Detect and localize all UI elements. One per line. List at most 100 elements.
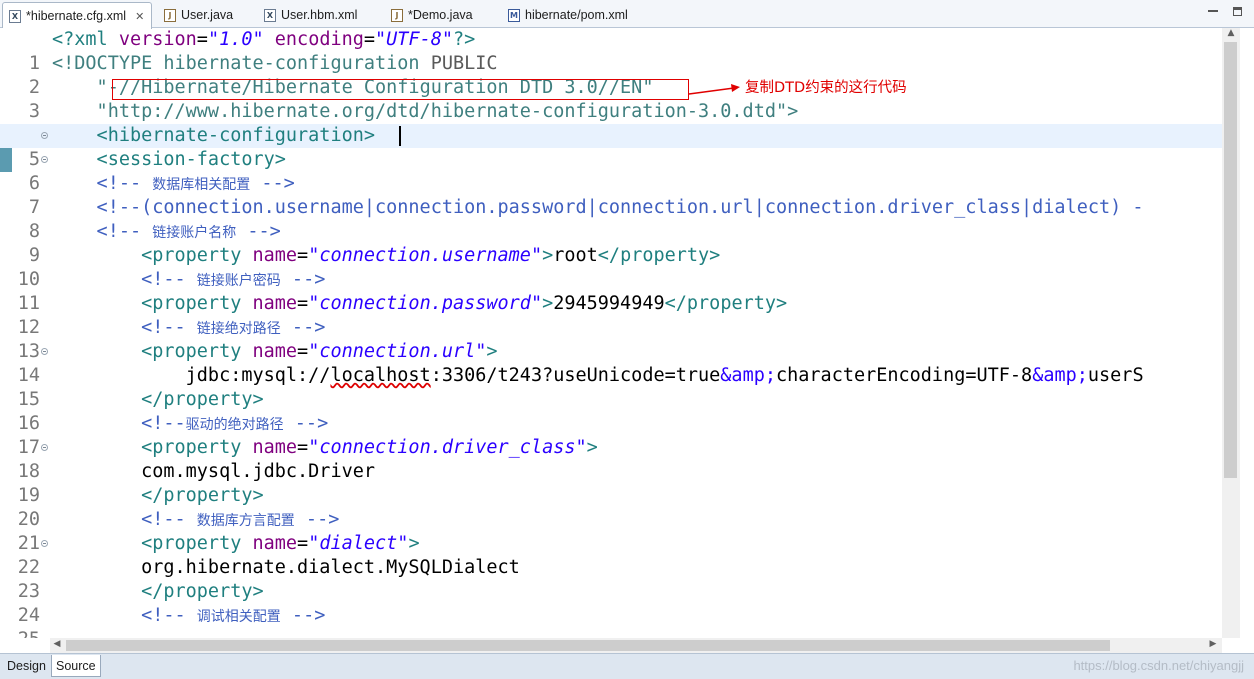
xml-source-editor[interactable]: 1 <?xml version="1.0" encoding="UTF-8"?>…: [0, 28, 1222, 638]
scroll-left-icon[interactable]: ◀: [50, 639, 64, 649]
xml-tag: <property: [52, 341, 253, 362]
fold-toggle-icon[interactable]: [41, 348, 48, 355]
code-line: 9 <!-- 链接账户名称 -->: [0, 220, 1222, 266]
xml-tag: </property>: [52, 581, 264, 602]
xml-tag: </property>: [664, 293, 788, 314]
comment-close: -->: [283, 413, 329, 434]
pi-close: ?>: [453, 29, 476, 50]
code-line: 11 <!-- 链接账户密码 -->: [0, 268, 1222, 314]
fold-toggle-icon[interactable]: [41, 540, 48, 547]
code-line: 12 <property name="connection.password">…: [0, 292, 1222, 338]
element-text: root: [553, 245, 598, 266]
close-icon[interactable]: ✕: [135, 10, 144, 23]
equals: =: [297, 437, 309, 458]
code-line: 19 com.mysql.jdbc.Driver: [0, 460, 1222, 506]
comment-open: <!--: [52, 173, 153, 194]
comment-text: 数据库方言配置: [196, 513, 295, 529]
element-text: characterEncoding=UTF-8: [776, 365, 1033, 386]
code-line: 15 jdbc:mysql://localhost:3306/t243?useU…: [0, 364, 1222, 410]
comment-open: <!--: [52, 605, 197, 626]
tab-design[interactable]: Design: [3, 655, 50, 677]
code-line: 16 </property>: [0, 388, 1222, 434]
code-line: 17 <!--驱动的绝对路径 -->: [0, 412, 1222, 458]
equals: =: [297, 245, 309, 266]
scroll-up-icon[interactable]: ▲: [1222, 28, 1240, 38]
line-number: 25: [14, 628, 40, 638]
code-line: 10 <property name="connection.username">…: [0, 244, 1222, 290]
code-line: 20 </property>: [0, 484, 1222, 530]
equals: =: [297, 533, 309, 554]
equals: =: [196, 29, 208, 50]
xml-tag: >: [486, 341, 498, 362]
tab-user-hbm-xml[interactable]: X User.hbm.xml: [258, 3, 363, 27]
fold-toggle-icon[interactable]: [41, 444, 48, 451]
vertical-scroll-thumb[interactable]: [1224, 42, 1237, 478]
code-line: 7 <!-- 数据库相关配置 -->: [0, 172, 1222, 218]
attr-name: version: [118, 29, 197, 50]
comment-open: <!--: [52, 269, 197, 290]
xml-tag: <property: [52, 437, 253, 458]
comment-open: <!--: [52, 317, 197, 338]
comment-text: 数据库相关配置: [152, 177, 251, 193]
tab-label: User.hbm.xml: [281, 8, 358, 22]
attr-value: "connection.username": [308, 245, 543, 266]
scroll-right-icon[interactable]: ▶: [1206, 639, 1220, 649]
code-line: 21 <!-- 数据库方言配置 -->: [0, 508, 1222, 554]
comment-text: 链接绝对路径: [196, 321, 281, 337]
comment-open: <!--: [52, 413, 186, 434]
xml-file-icon: X: [9, 9, 21, 23]
fold-toggle-icon[interactable]: [41, 156, 48, 163]
maximize-icon: [1232, 6, 1242, 16]
tab-label: User.java: [181, 8, 234, 22]
xml-tag: >: [408, 533, 420, 554]
xml-file-icon: X: [264, 8, 276, 22]
comment-text: 链接账户名称: [152, 225, 237, 241]
code-line: 24 </property>: [0, 580, 1222, 626]
horizontal-scrollbar[interactable]: ◀ ▶: [50, 638, 1222, 653]
element-text: userS: [1087, 365, 1144, 386]
comment-open: <!--: [52, 509, 197, 530]
fold-toggle-icon[interactable]: [41, 132, 48, 139]
annotation-note: 复制DTD约束的这行代码: [745, 80, 907, 96]
element-text: org.hibernate.dialect.MySQLDialect: [52, 557, 520, 578]
horizontal-scroll-thumb[interactable]: [66, 640, 1110, 651]
equals: =: [297, 341, 309, 362]
attr-name: name: [252, 533, 298, 554]
maximize-button[interactable]: [1230, 4, 1244, 18]
maven-file-icon: M: [508, 8, 520, 22]
doctype-decl: <!DOCTYPE hibernate-configuration: [52, 53, 431, 74]
code-line: 8 <!--(connection.username|connection.pa…: [0, 196, 1222, 242]
xml-tag: <property: [52, 245, 253, 266]
code-line: 4 "http://www.hibernate.org/dtd/hibernat…: [0, 100, 1222, 146]
comment-text: <!--(connection.username|connection.pass…: [52, 197, 1144, 218]
code-line: 13 <!-- 链接绝对路径 -->: [0, 316, 1222, 362]
highlight-box: [112, 79, 689, 100]
tab-demo-java[interactable]: J *Demo.java: [385, 3, 479, 27]
xml-tag: <hibernate-configuration>: [52, 125, 376, 146]
code-line: 14 <property name="connection.url">: [0, 340, 1222, 386]
equals: =: [297, 293, 309, 314]
comment-text: 链接账户密码: [196, 273, 281, 289]
vertical-scrollbar[interactable]: ▲: [1222, 28, 1240, 638]
code-line: 18 <property name="connection.driver_cla…: [0, 436, 1222, 482]
attr-name: name: [252, 341, 298, 362]
tab-hibernate-cfg-xml[interactable]: X *hibernate.cfg.xml ✕: [2, 2, 152, 29]
spelling-error-text: localhost: [330, 365, 431, 386]
attr-value: "UTF-8": [375, 29, 453, 50]
tab-user-java[interactable]: J User.java: [158, 3, 239, 27]
tab-pom-xml[interactable]: M hibernate/pom.xml: [502, 3, 634, 27]
attr-value: "1.0": [207, 29, 264, 50]
tab-label: *Demo.java: [408, 8, 473, 22]
xml-tag: >: [542, 245, 554, 266]
element-text: com.mysql.jdbc.Driver: [52, 461, 376, 482]
tab-source[interactable]: Source: [51, 655, 101, 677]
attr-value: "connection.driver_class": [308, 437, 587, 458]
xml-tag: >: [586, 437, 598, 458]
minimize-button[interactable]: [1206, 4, 1220, 18]
code-line: 22 <property name="dialect">: [0, 532, 1222, 578]
overview-ruler: [1240, 28, 1254, 653]
xml-tag: </property>: [52, 389, 264, 410]
comment-close: -->: [250, 173, 295, 194]
java-file-icon: J: [391, 8, 403, 22]
